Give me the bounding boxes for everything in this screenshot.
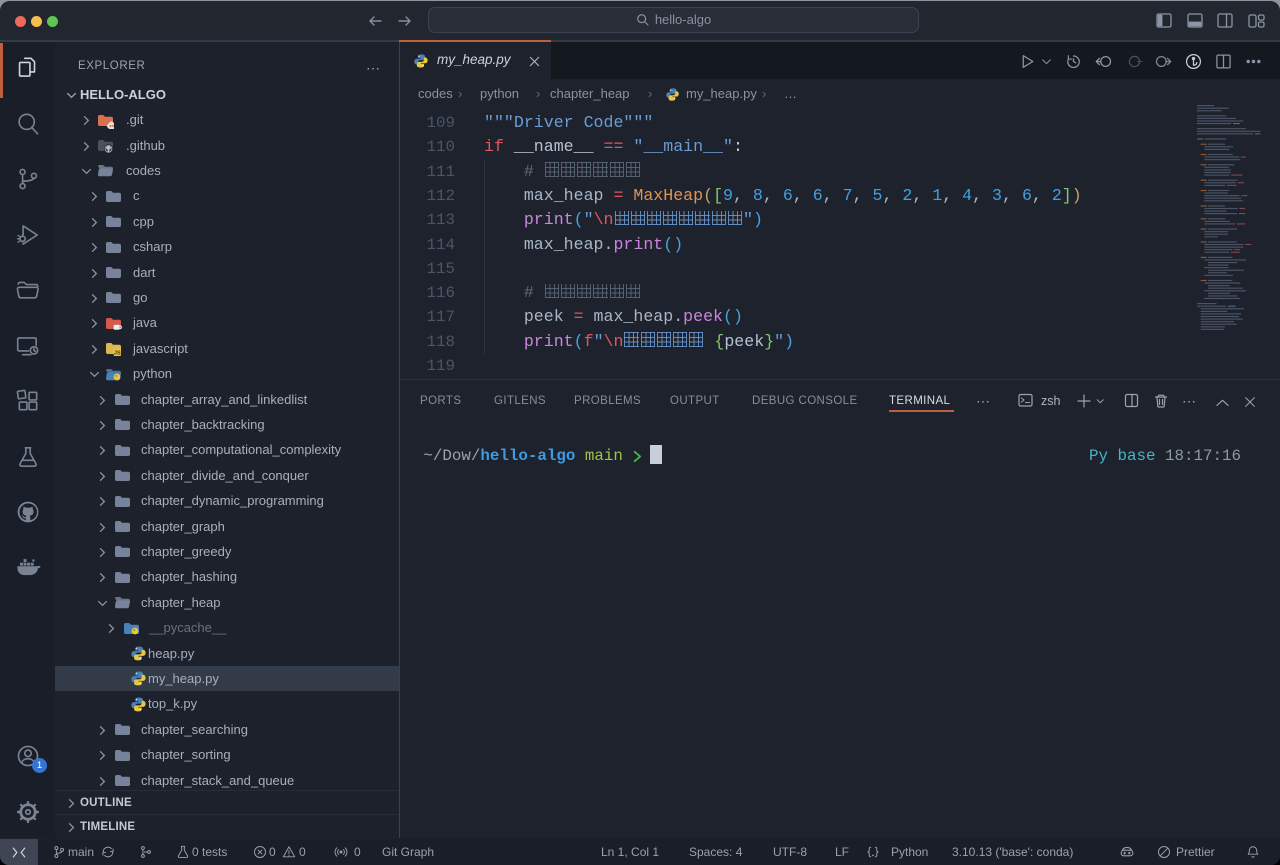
svg-text:JS: JS — [114, 351, 121, 357]
